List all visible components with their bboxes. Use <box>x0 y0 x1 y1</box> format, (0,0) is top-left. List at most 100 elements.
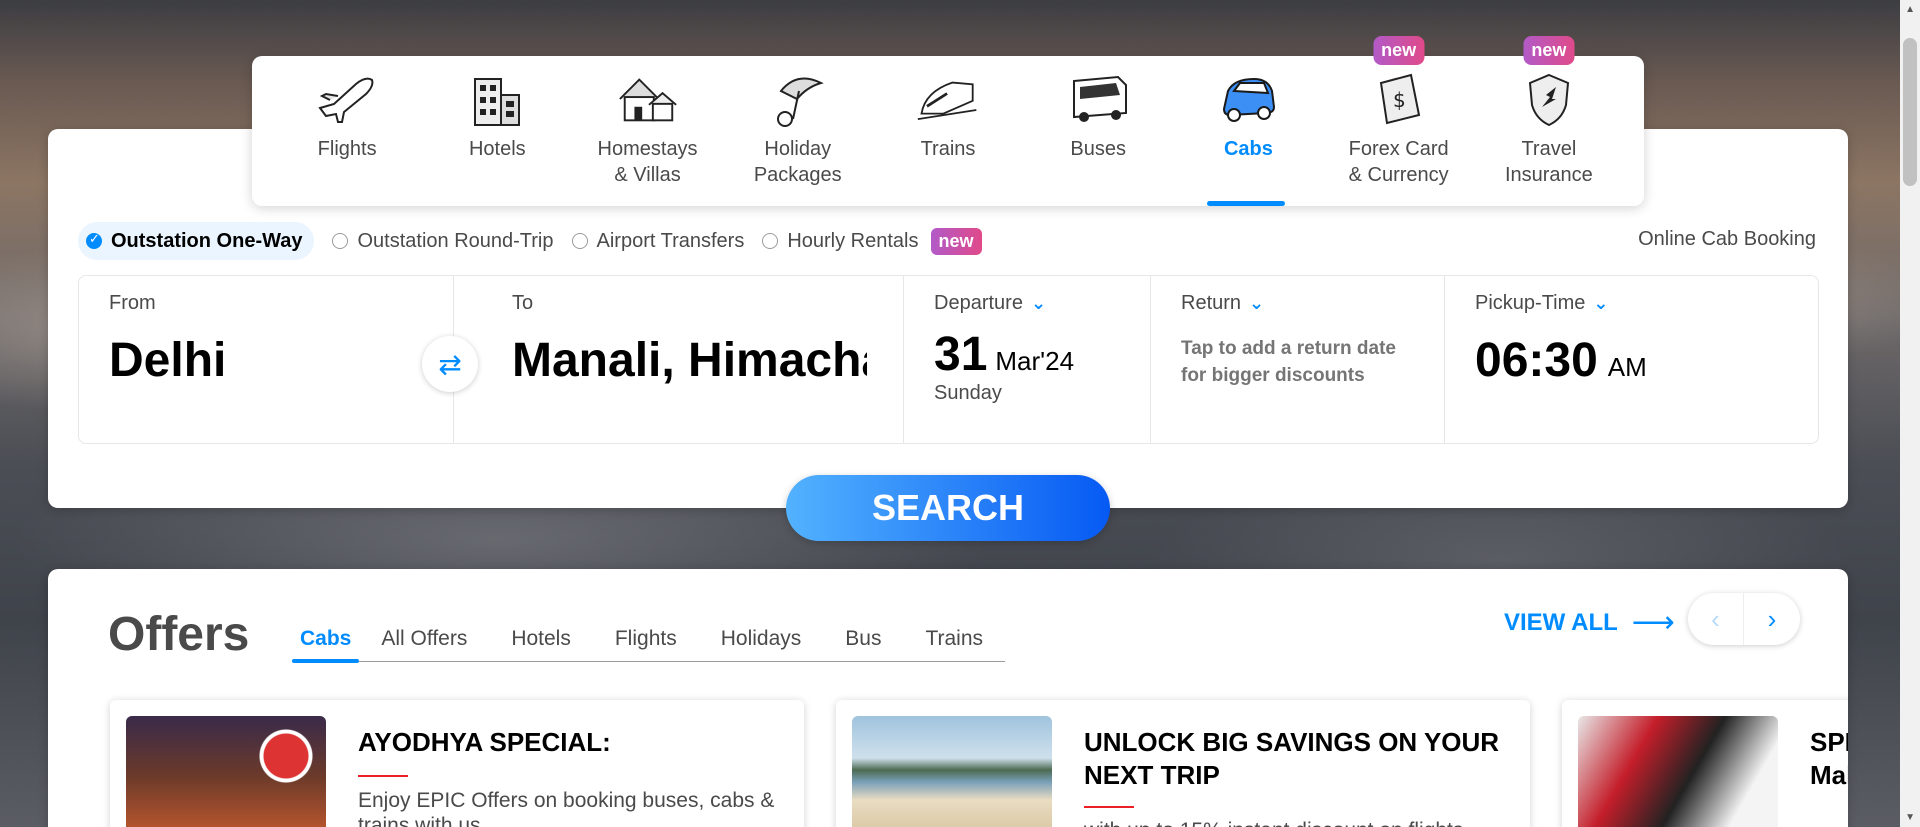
departure-weekday: Sunday <box>934 382 1002 404</box>
to-label: To <box>512 292 534 314</box>
trip-type-options: Outstation One-Way Outstation Round-Trip… <box>78 222 982 260</box>
homestay-icon <box>616 68 680 130</box>
offer-title: UNLOCK BIG SAVINGS ON YOUR NEXT TRIP <box>1084 727 1500 790</box>
offer-card[interactable]: AYODHYA SPECIAL: Enjoy EPIC Offers on bo… <box>110 700 804 827</box>
pickup-label: Pickup-Time ⌄ <box>1475 292 1788 315</box>
offers-tabs: Cabs All Offers Hotels Flights Holidays … <box>292 619 1006 663</box>
search-button[interactable]: SEARCH <box>786 475 1110 541</box>
offers-tab-bus[interactable]: Bus <box>823 619 903 661</box>
search-fields: From Delhi ⇄ To Manali, Himachal Pradesh… <box>78 275 1819 444</box>
nav-item-flights[interactable]: Flights <box>282 56 412 206</box>
offer-divider <box>1084 806 1134 808</box>
chevron-down-icon: ⌄ <box>1249 293 1265 313</box>
offer-title: AYODHYA SPECIAL: <box>358 727 611 757</box>
option-outstation-round-trip[interactable]: Outstation Round-Trip <box>332 222 554 260</box>
offer-description: with up to 15% instant discount on fligh… <box>1084 818 1504 827</box>
nav-label: Hotels <box>468 138 526 160</box>
offer-title: SPECIAL OFFER FOR MakeMyTrip <box>1810 727 1848 790</box>
nav-item-hotels[interactable]: Hotels <box>432 56 562 206</box>
offer-image <box>1578 716 1778 827</box>
offers-tab-flights[interactable]: Flights <box>593 619 699 661</box>
svg-text:$: $ <box>1393 88 1406 112</box>
from-field[interactable]: From Delhi <box>79 276 454 443</box>
nav-item-buses[interactable]: Buses <box>1033 56 1163 206</box>
product-nav: Flights Hotels Homestays & Villas Holida… <box>252 36 1644 206</box>
offer-image <box>126 716 326 827</box>
offers-tab-all[interactable]: All Offers <box>359 619 489 661</box>
return-label: Return ⌄ <box>1181 292 1414 315</box>
next-arrow-icon[interactable]: › <box>1744 593 1800 645</box>
online-cab-booking-label: Online Cab Booking <box>1638 228 1816 250</box>
swap-icon[interactable]: ⇄ <box>422 336 478 392</box>
nav-label: Homestays & Villas <box>597 138 698 186</box>
scroll-up-icon[interactable]: ▲ <box>1905 4 1915 15</box>
option-label: Hourly Rentals <box>787 229 919 252</box>
nav-label: Cabs <box>1223 138 1273 160</box>
offers-tab-cabs[interactable]: Cabs <box>292 619 360 663</box>
offers-tab-hotels[interactable]: Hotels <box>489 619 593 661</box>
offer-card[interactable]: UNLOCK BIG SAVINGS ON YOUR NEXT TRIP wit… <box>836 700 1530 827</box>
option-outstation-one-way[interactable]: Outstation One-Way <box>78 222 315 260</box>
return-hint: Tap to add a return date for bigger disc… <box>1181 338 1397 386</box>
prev-arrow-icon[interactable]: ‹ <box>1688 593 1744 645</box>
to-field[interactable]: To Manali, Himachal Pradesh <box>454 276 904 443</box>
scroll-down-icon[interactable]: ▼ <box>1905 812 1915 823</box>
cab-icon <box>1216 68 1280 130</box>
from-value: Delhi <box>109 334 227 387</box>
new-badge: new <box>930 227 982 255</box>
train-icon <box>916 68 980 130</box>
insurance-icon <box>1517 68 1581 130</box>
departure-field[interactable]: Departure ⌄ 31 Mar'24 Sunday <box>904 276 1151 443</box>
pickup-time-field[interactable]: Pickup-Time ⌄ 06:30 AM <box>1445 276 1818 443</box>
holiday-icon <box>766 68 830 130</box>
radio-icon <box>571 233 588 249</box>
option-hourly-rentals[interactable]: Hourly Rentals <box>762 222 919 260</box>
option-label: Outstation One-Way <box>111 229 303 252</box>
nav-label: Forex Card & Currency <box>1348 138 1449 186</box>
radio-checked-icon <box>86 231 102 249</box>
nav-item-trains[interactable]: Trains <box>883 56 1013 206</box>
offers-section: Offers Cabs All Offers Hotels Flights Ho… <box>48 569 1848 827</box>
pickup-label-text: Pickup-Time <box>1475 292 1586 314</box>
nav-label: Travel Insurance <box>1504 138 1593 186</box>
hotel-icon <box>465 68 529 130</box>
nav-label: Trains <box>920 138 976 160</box>
forex-icon: $ <box>1367 68 1431 130</box>
offers-tab-holidays[interactable]: Holidays <box>699 619 824 661</box>
view-all-label: VIEW ALL <box>1504 608 1618 636</box>
offer-description: Enjoy EPIC Offers on booking buses, cabs… <box>358 789 775 827</box>
pickup-ampm: AM <box>1607 352 1647 382</box>
scroll-thumb[interactable] <box>1903 38 1917 186</box>
bus-icon <box>1066 68 1130 130</box>
nav-label: Flights <box>317 138 377 160</box>
nav-item-homestays[interactable]: Homestays & Villas <box>583 56 713 206</box>
option-airport-transfers[interactable]: Airport Transfers <box>571 222 745 260</box>
to-value: Manali, Himachal Pradesh <box>512 334 867 387</box>
arrow-right-icon: ⟶ <box>1631 606 1675 639</box>
nav-item-holiday[interactable]: Holiday Packages <box>733 56 863 206</box>
option-label: Outstation Round-Trip <box>357 229 554 252</box>
offers-tab-trains[interactable]: Trains <box>903 619 1005 661</box>
departure-month: Mar'24 <box>995 346 1075 376</box>
offer-image <box>852 716 1052 827</box>
return-field[interactable]: Return ⌄ Tap to add a return date for bi… <box>1151 276 1445 443</box>
flight-icon <box>315 68 379 130</box>
offers-pager: ‹ › <box>1688 593 1800 645</box>
radio-icon <box>762 233 779 249</box>
return-label-text: Return <box>1181 292 1242 314</box>
nav-item-forex[interactable]: new $ Forex Card & Currency <box>1334 36 1464 206</box>
nav-item-cabs[interactable]: Cabs <box>1183 56 1313 206</box>
new-badge: new <box>1373 36 1425 65</box>
option-label: Airport Transfers <box>596 229 745 252</box>
nav-item-insurance[interactable]: new Travel Insurance <box>1484 36 1614 206</box>
view-all-link[interactable]: VIEW ALL ⟶ <box>1504 605 1675 640</box>
radio-icon <box>332 233 349 249</box>
pickup-time-value: 06:30 <box>1475 334 1598 387</box>
nav-label: Holiday Packages <box>753 138 842 186</box>
from-label: From <box>109 292 156 314</box>
departure-label: Departure ⌄ <box>934 292 1120 315</box>
scrollbar[interactable]: ▲ ▼ <box>1900 0 1920 827</box>
offer-card[interactable]: SPECIAL OFFER FOR MakeMyTrip <box>1562 700 1848 827</box>
offers-title: Offers <box>108 608 250 661</box>
chevron-down-icon: ⌄ <box>1593 293 1609 313</box>
